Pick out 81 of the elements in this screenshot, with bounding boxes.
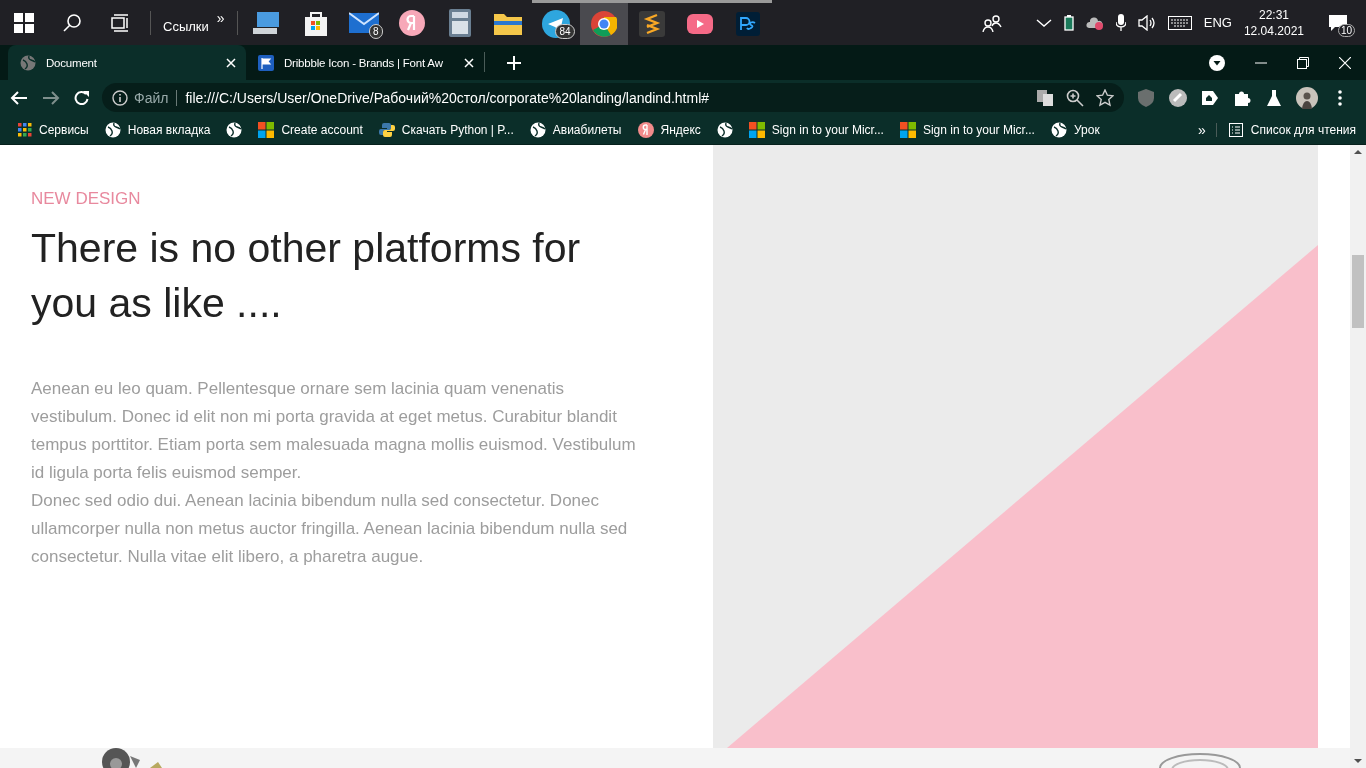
keyboard-icon[interactable]	[1167, 15, 1192, 30]
close-icon[interactable]	[226, 57, 236, 68]
flag-icon	[258, 54, 274, 71]
bookmark[interactable]: Скачать Python | P...	[370, 121, 522, 138]
tab-search-icon[interactable]	[1209, 54, 1225, 71]
windows-logo-icon[interactable]	[14, 12, 34, 33]
speaker-icon[interactable]	[1137, 14, 1156, 31]
close-icon[interactable]	[464, 57, 474, 68]
bookmark[interactable]: Урок	[1042, 121, 1108, 138]
count-badge: 84	[555, 24, 575, 39]
chevron-up-icon[interactable]	[1035, 17, 1052, 28]
globe-icon	[1050, 121, 1067, 138]
eyebrow-label: NEW DESIGN	[31, 189, 142, 209]
reading-list-button[interactable]: Список для чтения	[1215, 122, 1356, 137]
browser-circle-icon[interactable]	[590, 11, 617, 37]
page-heading: There is no other platforms for you as like ....	[31, 224, 582, 328]
battery-icon[interactable]	[1063, 14, 1074, 31]
url-text: file:///C:/Users/User/OneDrive/Рабочий%20стол/corporate%20landing/landind.html#	[185, 89, 711, 106]
taskbar-app[interactable]: 8	[339, 0, 388, 45]
globe-icon	[226, 121, 243, 138]
plus-icon	[507, 55, 521, 70]
scrollbar-thumb[interactable]	[1352, 255, 1364, 328]
ps-logo-icon[interactable]	[735, 12, 760, 36]
body-paragraph: Aenean eu leo quam. Pellentesque ornare sem lacinia quam venenatis vestibulum. Donec id elit non mi porta gravida at eget metus. Curabitur blandit tempus porttitor. Etiam porta sem malesuada magna mollis euismod. Vestibulum id ligula porta felis euismod semper.	[31, 378, 637, 484]
windows-logo-icon	[258, 121, 275, 138]
body-paragraph: Donec sed odio dui. Aenean lacinia bibendum nulla sed consectetur. Donec ullamcorper nulla non metus auctor fringilla. Aenean lacinia bibendum nulla sed consectetur. Nulla vitae elit libero, a pharetra augue.	[31, 490, 629, 568]
play-button-icon[interactable]	[686, 14, 713, 34]
flask-icon[interactable]	[1264, 87, 1284, 108]
language-indicator[interactable]: ENG	[1203, 15, 1232, 30]
info-icon[interactable]	[112, 89, 128, 106]
envelope-icon[interactable]	[348, 10, 379, 35]
s-logo-icon[interactable]	[638, 11, 665, 37]
close-icon[interactable]	[1339, 56, 1351, 69]
forward-arrow-icon[interactable]	[42, 89, 60, 106]
bookmark[interactable]: Авиабилеты	[521, 121, 630, 138]
bookmark[interactable]: Sign in to your Micr...	[740, 121, 892, 138]
globe-icon	[716, 121, 733, 138]
count-badge: 8	[369, 24, 383, 39]
calculator-icon[interactable]	[448, 8, 471, 37]
address-bar[interactable]: Файл file:///C:/Users/User/OneDrive/Рабочий%20стол/corporate%20landing/landind.html#	[102, 83, 1124, 112]
gauge-circle-icon[interactable]	[1168, 87, 1188, 108]
globe-icon	[20, 54, 36, 71]
windows-logo-icon	[748, 121, 765, 138]
restore-icon[interactable]	[1297, 56, 1309, 69]
browser-tab[interactable]: Dribbble Icon - Brands | Font Aw	[246, 45, 484, 80]
ya-circle-icon	[637, 121, 654, 138]
snake-logo-icon	[378, 121, 395, 138]
notification-count: 10	[1337, 24, 1355, 37]
task-view-icon[interactable]	[111, 13, 129, 32]
bookmark[interactable]: Сервисы	[10, 122, 97, 137]
people-icon[interactable]	[981, 13, 1002, 32]
bookmark[interactable]: Яндекс	[629, 121, 709, 138]
expand-chevron[interactable]: »	[216, 11, 225, 25]
reload-icon[interactable]	[74, 89, 90, 106]
globe-icon	[529, 121, 546, 138]
cloud-error-icon[interactable]	[1085, 15, 1104, 30]
apps-grid-icon	[18, 122, 32, 137]
translate-icon[interactable]	[1036, 88, 1054, 107]
bookmark[interactable]: Create account	[250, 121, 371, 138]
clock-date[interactable]: 12.04.2021	[1243, 22, 1304, 39]
microphone-icon[interactable]	[1115, 13, 1126, 32]
tab-title: Document	[46, 56, 98, 69]
scheme-label: Файл	[134, 89, 169, 106]
zoom-icon[interactable]	[1066, 88, 1084, 107]
browser-tab[interactable]: Document	[8, 45, 246, 80]
star-icon[interactable]	[1096, 88, 1114, 107]
bookmark[interactable]: Sign in to your Micr...	[891, 121, 1043, 138]
clock-time[interactable]: 22:31	[1258, 6, 1289, 23]
search-icon[interactable]	[62, 12, 82, 33]
taskbar-app[interactable]	[579, 0, 628, 45]
avatar-icon[interactable]	[1296, 86, 1318, 109]
tab-title: Dribbble Icon - Brands | Font Aw	[284, 56, 444, 69]
more-bookmarks-chevron[interactable]: »	[1198, 121, 1206, 138]
ya-circle-icon[interactable]	[398, 9, 425, 36]
windows-logo-icon	[899, 121, 916, 138]
list-icon	[1228, 122, 1243, 137]
shield-icon[interactable]	[1136, 87, 1156, 108]
toolbar-label[interactable]: Ссылки	[163, 11, 209, 34]
back-arrow-icon[interactable]	[10, 89, 28, 106]
bookmark[interactable]: Новая вкладка	[96, 121, 219, 138]
globe-icon	[104, 121, 121, 138]
